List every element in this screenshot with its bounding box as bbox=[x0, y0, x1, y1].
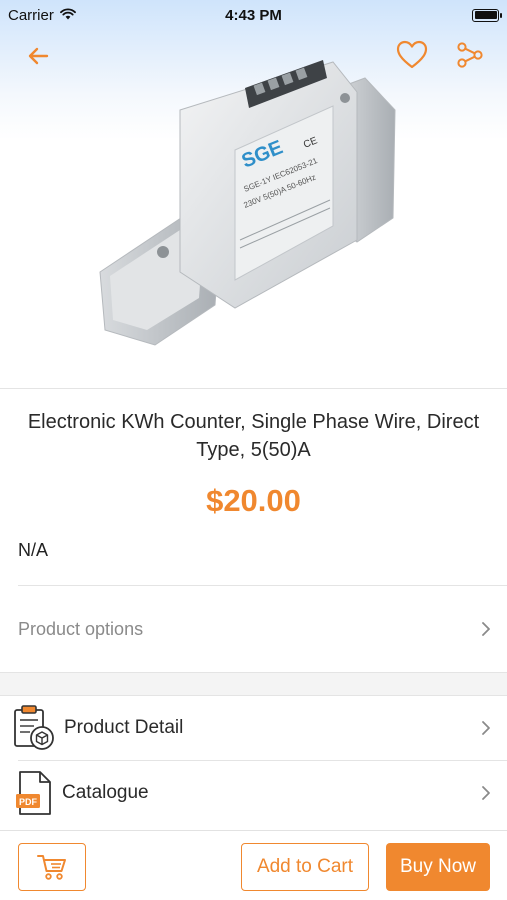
pdf-badge-label: PDF bbox=[19, 797, 38, 807]
product-options-row[interactable]: Product options bbox=[0, 586, 507, 672]
product-detail-row[interactable]: Product Detail bbox=[0, 696, 507, 760]
buy-now-button[interactable]: Buy Now bbox=[386, 843, 490, 891]
hero-divider bbox=[0, 388, 507, 389]
product-title: Electronic KWh Counter, Single Phase Wir… bbox=[27, 411, 480, 461]
cart-icon bbox=[37, 855, 66, 880]
clipboard-box-icon bbox=[14, 705, 54, 750]
band-top-line bbox=[0, 672, 507, 673]
favorite-button[interactable] bbox=[392, 36, 432, 74]
cart-button[interactable] bbox=[18, 843, 86, 891]
product-image: SGE SGE-1Y IEC62053-21 230V 5(50)A 50-60… bbox=[99, 60, 396, 346]
product-detail-label: Product Detail bbox=[64, 717, 184, 738]
bottom-action-bar: Add to Cart Buy Now bbox=[0, 830, 507, 900]
product-sku: N/A bbox=[18, 540, 49, 560]
carrier-label: Carrier bbox=[8, 6, 54, 24]
add-to-cart-button[interactable]: Add to Cart bbox=[241, 843, 369, 891]
battery-icon bbox=[472, 8, 502, 22]
status-left: Carrier bbox=[8, 7, 76, 24]
pdf-document-icon: PDF bbox=[16, 771, 51, 815]
wifi-icon bbox=[59, 7, 76, 24]
chevron-right-icon bbox=[482, 622, 490, 636]
share-button[interactable] bbox=[452, 36, 488, 74]
catalogue-label: Catalogue bbox=[62, 782, 149, 803]
catalogue-row[interactable]: PDF Catalogue bbox=[0, 761, 507, 825]
product-price: $20.00 bbox=[206, 483, 301, 518]
back-button[interactable] bbox=[20, 38, 56, 74]
status-time: 4:43 PM bbox=[225, 6, 282, 24]
status-bar: Carrier 4:43 PM bbox=[0, 0, 507, 30]
share-icon bbox=[457, 42, 483, 68]
arrow-left-icon bbox=[28, 47, 49, 65]
chevron-right-icon bbox=[482, 786, 490, 800]
section-separator bbox=[0, 672, 507, 696]
heart-icon bbox=[396, 40, 428, 69]
product-options-label: Product options bbox=[18, 618, 144, 639]
chevron-right-icon bbox=[482, 721, 490, 735]
